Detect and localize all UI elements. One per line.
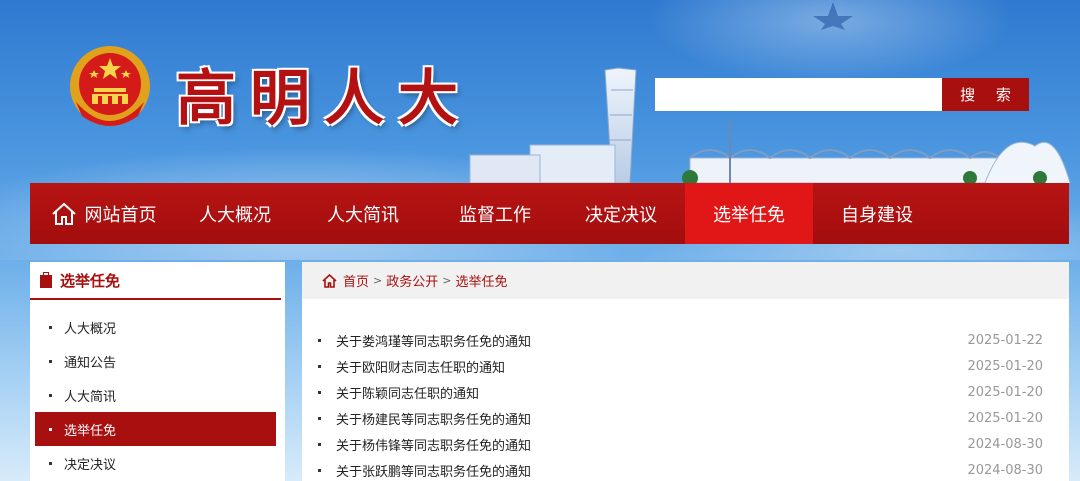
news-date: 2024-08-30: [967, 436, 1043, 452]
nav-item-label: 人大简讯: [327, 204, 399, 226]
bullet-icon: [318, 338, 321, 342]
star-decoration-icon: [813, 2, 853, 30]
news-date: 2024-08-30: [967, 462, 1043, 478]
sidebar-item-decisions[interactable]: 决定决议: [35, 446, 276, 480]
sidebar-item-elections[interactable]: 选举任免: [35, 412, 276, 446]
list-item: 关于张跃鹏等同志职务任免的通知 2024-08-30: [318, 457, 1043, 481]
site-title: 高明人大: [176, 64, 472, 134]
news-title-link[interactable]: 关于杨建民等同志职务任免的通知: [336, 409, 531, 428]
nav-item-label: 人大概况: [199, 204, 271, 226]
bullet-icon: [49, 393, 52, 397]
home-icon: [322, 273, 337, 288]
news-title-link[interactable]: 关于杨伟锋等同志职务任免的通知: [336, 435, 531, 454]
list-item: 关于欧阳财志同志任职的通知 2025-01-20: [318, 353, 1043, 379]
nav-item-label: 决定决议: [585, 204, 657, 226]
breadcrumb-separator: >: [442, 274, 452, 287]
nav-item-home[interactable]: 网站首页: [30, 183, 177, 244]
nav-item-decisions[interactable]: 决定决议: [557, 183, 685, 244]
search-input[interactable]: [655, 78, 942, 111]
search-button[interactable]: 搜 索: [942, 78, 1029, 111]
list-item: 关于陈颖同志任职的通知 2025-01-20: [318, 379, 1043, 405]
sidebar-item-label: 选举任免: [64, 423, 117, 439]
bullet-icon: [318, 416, 321, 420]
bullet-icon: [49, 325, 52, 329]
main-content: 首页 > 政务公开 > 选举任免 关于娄鸿瑾等同志职务任免的通知 2025-01…: [302, 262, 1069, 481]
bullet-icon: [318, 390, 321, 394]
sidebar-title: 选举任免: [60, 271, 121, 290]
nav-item-self-building[interactable]: 自身建设: [813, 183, 941, 244]
news-title-link[interactable]: 关于娄鸿瑾等同志职务任免的通知: [336, 331, 531, 350]
nav-item-news-brief[interactable]: 人大简讯: [293, 183, 433, 244]
sidebar-header: 选举任免: [30, 262, 281, 300]
sidebar-item-label: 通知公告: [64, 355, 117, 371]
breadcrumb-home-link[interactable]: 首页: [343, 271, 369, 290]
bullet-icon: [49, 427, 52, 431]
sidebar-list: 人大概况 通知公告 人大简讯 选举任免 决定决议: [30, 310, 285, 480]
news-date: 2025-01-20: [967, 410, 1043, 426]
nav-item-label: 选举任免: [713, 204, 785, 226]
nav-item-label: 自身建设: [841, 204, 913, 226]
bullet-icon: [49, 359, 52, 363]
nav-item-elections[interactable]: 选举任免: [685, 183, 813, 244]
nav-item-overview[interactable]: 人大概况: [177, 183, 293, 244]
clipboard-icon: [40, 272, 52, 288]
sidebar-item-label: 人大简讯: [64, 389, 117, 405]
nav-item-label: 监督工作: [459, 204, 531, 226]
home-icon: [51, 202, 77, 226]
nav-item-supervision[interactable]: 监督工作: [433, 183, 557, 244]
national-emblem-icon: [70, 46, 150, 126]
list-item: 关于杨伟锋等同志职务任免的通知 2024-08-30: [318, 431, 1043, 457]
sidebar-item-notices[interactable]: 通知公告: [35, 344, 276, 378]
sidebar-item-label: 决定决议: [64, 457, 117, 473]
news-title-link[interactable]: 关于张跃鹏等同志职务任免的通知: [336, 461, 531, 480]
bullet-icon: [318, 442, 321, 446]
bullet-icon: [49, 461, 52, 465]
breadcrumb-level2-link[interactable]: 选举任免: [455, 271, 507, 290]
breadcrumb-separator: >: [373, 274, 383, 287]
news-date: 2025-01-20: [967, 358, 1043, 374]
sidebar: 选举任免 人大概况 通知公告 人大简讯 选举任免 决定决议: [30, 262, 285, 481]
bullet-icon: [318, 364, 321, 368]
list-item: 关于杨建民等同志职务任免的通知 2025-01-20: [318, 405, 1043, 431]
news-date: 2025-01-20: [967, 384, 1043, 400]
breadcrumb: 首页 > 政务公开 > 选举任免: [302, 262, 1069, 299]
main-nav: 网站首页 人大概况 人大简讯 监督工作 决定决议 选举任免 自身建设: [30, 183, 1069, 244]
news-date: 2025-01-22: [967, 332, 1043, 348]
breadcrumb-level1-link[interactable]: 政务公开: [386, 271, 438, 290]
sidebar-item-overview[interactable]: 人大概况: [35, 310, 276, 344]
sidebar-item-news-brief[interactable]: 人大简讯: [35, 378, 276, 412]
news-list: 关于娄鸿瑾等同志职务任免的通知 2025-01-22 关于欧阳财志同志任职的通知…: [302, 327, 1069, 481]
list-item: 关于娄鸿瑾等同志职务任免的通知 2025-01-22: [318, 327, 1043, 353]
bullet-icon: [318, 468, 321, 472]
nav-item-label: 网站首页: [84, 204, 157, 226]
news-title-link[interactable]: 关于陈颖同志任职的通知: [336, 383, 479, 402]
news-title-link[interactable]: 关于欧阳财志同志任职的通知: [336, 357, 505, 376]
sidebar-item-label: 人大概况: [64, 321, 117, 337]
